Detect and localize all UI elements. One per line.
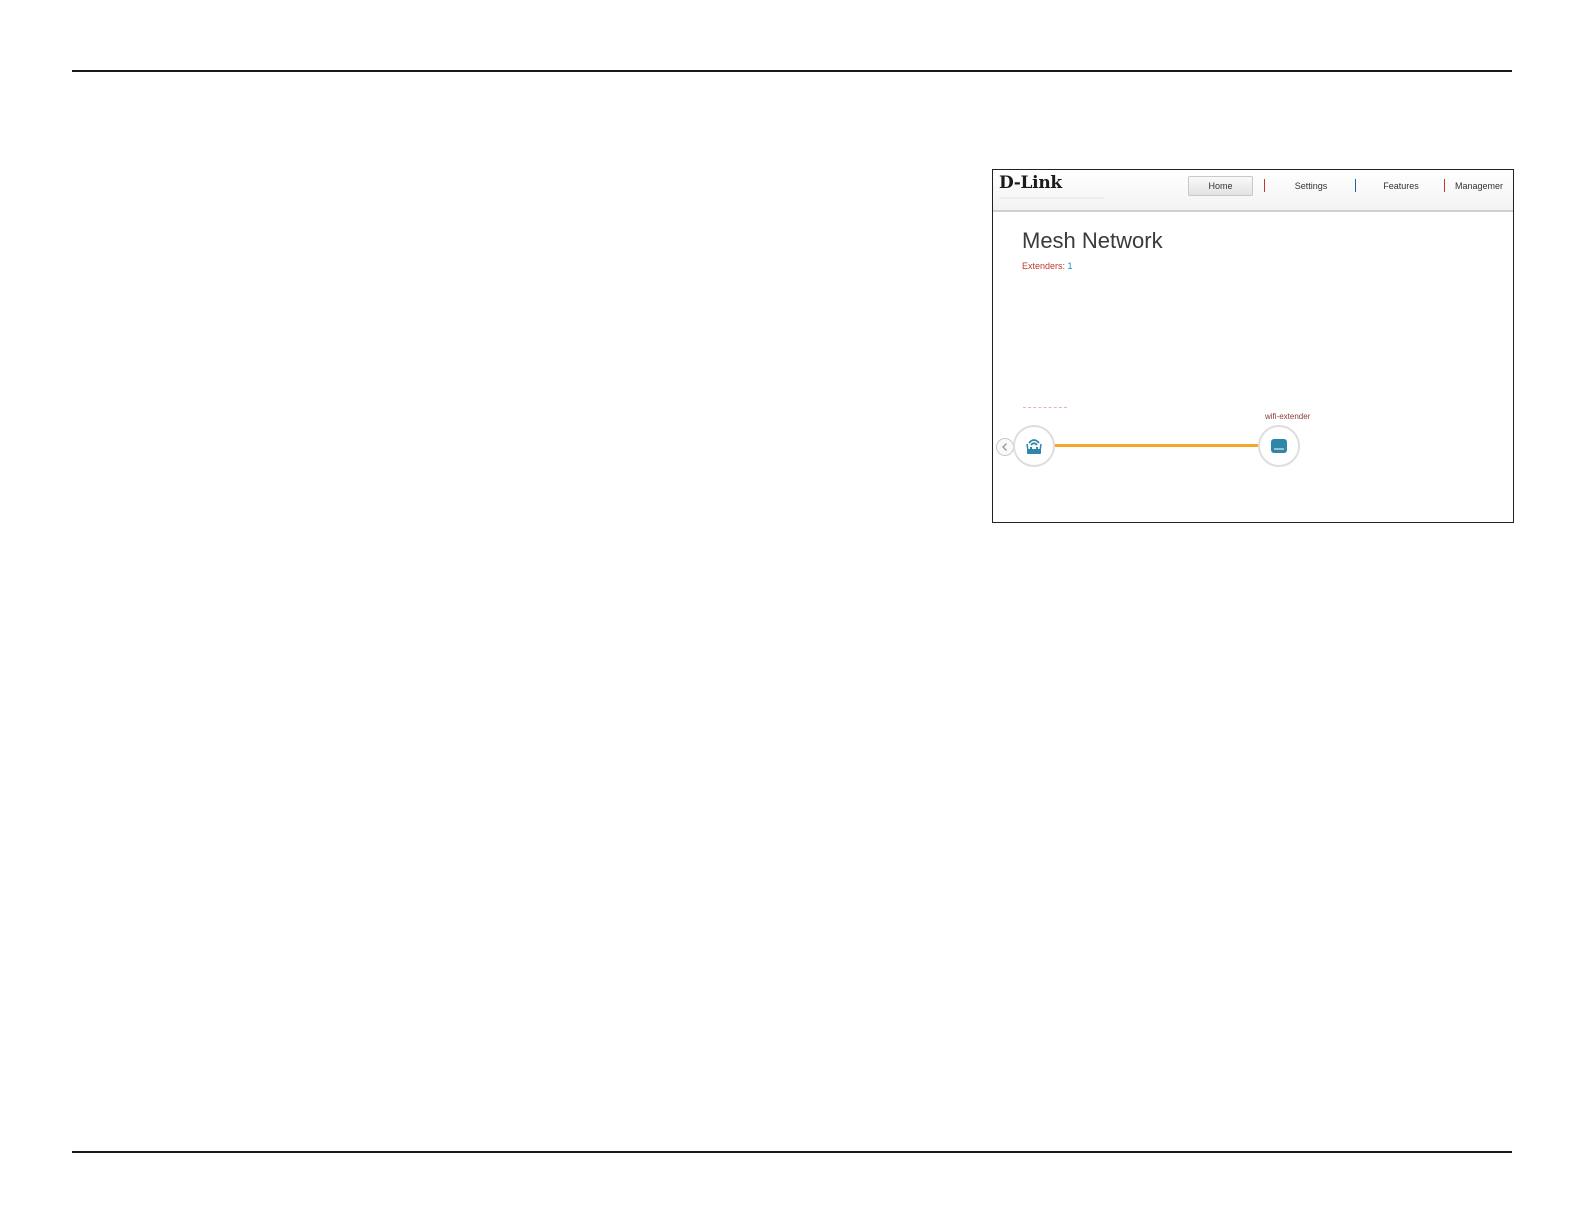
page-title: Mesh Network <box>1022 228 1163 253</box>
router-web-ui-screenshot: D-Link Home Settings Features Managemer … <box>992 169 1514 523</box>
extender-icon <box>1271 439 1287 453</box>
mesh-link-line <box>1055 444 1271 447</box>
brand-tagline <box>999 197 1104 199</box>
top-navigation-bar: D-Link Home Settings Features Managemer <box>993 170 1513 212</box>
extender-name-label: wifi-extender <box>1265 412 1311 421</box>
nav-tab-home[interactable]: Home <box>1188 176 1253 196</box>
extenders-count-line: Extenders: 1 <box>1022 261 1073 271</box>
nav-separator <box>1355 179 1356 192</box>
nav-separator <box>1444 179 1445 192</box>
nav-tab-settings[interactable]: Settings <box>1278 176 1344 196</box>
chevron-left-icon <box>1002 443 1007 451</box>
extenders-count[interactable]: 1 <box>1068 261 1073 271</box>
nav-tab-management[interactable]: Managemer <box>1455 176 1513 196</box>
extenders-label: Extenders: <box>1022 261 1066 271</box>
page-bottom-rule <box>72 1151 1512 1153</box>
page-top-rule <box>72 70 1512 72</box>
router-name-label <box>1023 406 1067 412</box>
nav-separator <box>1264 179 1265 192</box>
extender-node[interactable] <box>1258 425 1300 467</box>
brand-logo[interactable]: D-Link <box>999 173 1062 193</box>
previous-arrow-button[interactable] <box>996 438 1014 456</box>
router-node[interactable] <box>1013 425 1055 467</box>
router-icon <box>1026 439 1042 454</box>
nav-tab-features[interactable]: Features <box>1368 176 1434 196</box>
